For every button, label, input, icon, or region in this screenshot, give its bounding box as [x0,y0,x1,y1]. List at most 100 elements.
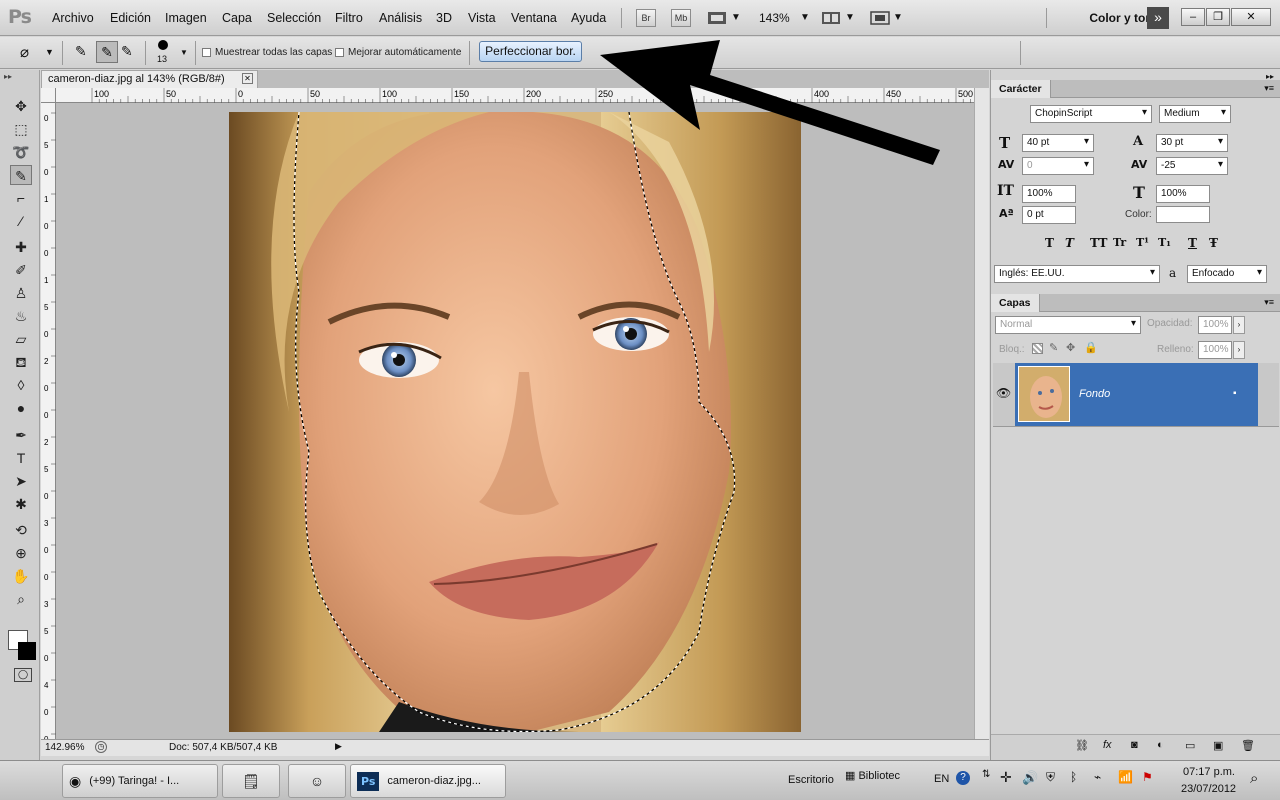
auto-enhance-checkbox[interactable]: Mejorar automáticamente [335,47,461,58]
minimize-button[interactable]: – [1181,8,1205,26]
move-tool-icon[interactable]: ✥ [10,96,32,116]
menu-ventana[interactable]: Ventana [511,11,557,25]
film-strip-icon[interactable] [707,10,727,26]
zoom-status[interactable]: 142.96% [45,742,84,753]
all-caps-button[interactable]: TT [1090,236,1107,250]
refine-edge-button[interactable]: Perfeccionar bor. [479,41,582,62]
menu-ayuda[interactable]: Ayuda [571,11,606,25]
chevron-down-icon[interactable]: ▼ [893,12,903,23]
panel-menu-icon[interactable]: ▾≡ [1264,297,1274,308]
new-group-icon[interactable]: ▭ [1185,739,1195,752]
faux-bold-button[interactable]: T [1045,236,1054,250]
panel-menu-icon[interactable]: ▾≡ [1264,83,1274,94]
volume-icon[interactable]: 🔊 [1022,770,1038,786]
menu-capa[interactable]: Capa [222,11,252,25]
3d-orbit-tool-icon[interactable]: ⊕ [10,543,32,563]
small-caps-button[interactable]: Tr [1113,236,1126,249]
brush-tool-icon[interactable]: ✐ [10,260,32,280]
tab-character[interactable]: Carácter [991,80,1051,98]
marquee-tool-icon[interactable]: ⬚ [10,119,32,139]
chevron-down-icon[interactable]: ▼ [180,48,188,57]
link-layers-icon[interactable]: ⛓ [1075,739,1089,752]
quick-mask-icon[interactable]: ◯ [14,668,32,682]
vertical-scrollbar[interactable] [974,88,989,739]
blend-mode-select[interactable]: Normal [995,316,1141,334]
clock-date[interactable]: 23/07/2012 [1181,783,1236,795]
restore-button[interactable]: ❐ [1206,8,1230,26]
taskbar-chrome[interactable]: ◉ (+99) Taringa! - I... [62,764,218,798]
eyedropper-tool-icon[interactable]: ⁄ [10,211,32,231]
tab-layers[interactable]: Capas [991,294,1040,312]
new-selection-icon[interactable]: ✎ [75,43,87,60]
arrange-documents-icon[interactable] [821,10,841,26]
usb-icon[interactable]: ⌁ [1094,770,1101,784]
document-tab[interactable]: cameron-diaz.jpg al 143% (RGB/8#) ✕ [41,70,258,88]
healing-brush-tool-icon[interactable]: ✚ [10,237,32,257]
clock-time[interactable]: 07:17 p.m. [1183,766,1235,778]
desktop-toolbar[interactable]: Escritorio [788,774,834,786]
type-tool-icon[interactable]: T [10,448,32,468]
path-selection-tool-icon[interactable]: ➤ [10,471,32,491]
opacity-input[interactable]: 100% [1198,316,1232,334]
screen-mode-icon[interactable] [870,10,890,26]
chevron-down-icon[interactable]: ▼ [45,47,54,57]
vertical-scale-input[interactable]: 100% [1022,185,1076,203]
subscript-button[interactable]: T₁ [1158,236,1171,249]
sample-all-layers-checkbox[interactable]: Muestrear todas las capas [202,47,332,58]
mini-bridge-button[interactable]: Mb [671,9,691,27]
history-brush-tool-icon[interactable]: ♨ [10,306,32,326]
brush-tip-icon[interactable] [158,40,168,50]
superscript-button[interactable]: T¹ [1136,236,1149,249]
menu-analisis[interactable]: Análisis [379,11,422,25]
bridge-button[interactable]: Br [636,9,656,27]
quick-selection-tool-icon[interactable]: ✎ [10,165,32,185]
taskbar-notes[interactable]: 🗒 [222,764,280,798]
menu-archivo[interactable]: Archivo [52,11,94,25]
zoom-level[interactable]: 143% [759,11,790,25]
baseline-shift-input[interactable]: 0 pt [1022,206,1076,224]
lock-pixels-icon[interactable]: ✎ [1049,341,1058,354]
menu-seleccion[interactable]: Selección [267,11,321,25]
zoom-tool-icon[interactable]: ⌕ [10,589,32,609]
tracking-select[interactable]: -25 [1156,157,1228,175]
blur-tool-icon[interactable]: ◊ [10,375,32,395]
status-menu-arrow-icon[interactable]: ▶ [335,741,345,755]
bluetooth-icon[interactable]: ᛒ [1070,770,1077,784]
hand-tool-icon[interactable]: ✋ [10,566,32,586]
3d-rotate-tool-icon[interactable]: ⟲ [10,520,32,540]
document-image[interactable] [229,112,801,732]
tray-arrow-icon[interactable]: ⇅ [982,769,990,780]
taskbar-finder[interactable]: ☺ [288,764,346,798]
eraser-tool-icon[interactable]: ▱ [10,329,32,349]
checkbox[interactable] [335,48,344,57]
network-icon[interactable]: 📶 [1118,770,1133,784]
background-color-swatch[interactable] [18,642,36,660]
chevron-down-icon[interactable]: ▼ [731,12,741,23]
font-family-select[interactable]: ChopinScript [1030,105,1152,123]
underline-button[interactable]: T [1188,236,1197,250]
help-icon[interactable]: ? [956,771,970,785]
crop-tool-icon[interactable]: ⌐ [10,188,32,208]
subtract-from-selection-icon[interactable]: ✎ [121,43,133,60]
workspace-chevron-icon[interactable]: » [1147,7,1169,29]
clone-stamp-tool-icon[interactable]: ♙ [10,283,32,303]
layer-name[interactable]: Fondo [1079,388,1110,400]
checkbox[interactable] [202,48,211,57]
menu-filtro[interactable]: Filtro [335,11,363,25]
paint-bucket-tool-icon[interactable]: ⛾ [10,352,32,372]
menu-vista[interactable]: Vista [468,11,496,25]
shape-tool-icon[interactable]: ✱ [10,494,32,514]
add-to-selection-icon[interactable]: ✎ [96,41,118,63]
antialias-select[interactable]: Enfocado [1187,265,1267,283]
spotlight-search-icon[interactable]: ⌕ [1250,770,1258,787]
action-center-icon[interactable]: ⚑ [1142,770,1153,784]
language-select[interactable]: Inglés: EE.UU. [994,265,1160,283]
pen-tool-icon[interactable]: ✒ [10,425,32,445]
status-info-icon[interactable]: ◷ [95,741,107,753]
adjustment-layer-icon[interactable]: ◐ [1157,739,1164,751]
collapse-icon[interactable]: ▸▸ [4,72,12,81]
lock-position-icon[interactable]: ✥ [1066,341,1075,354]
security-icon[interactable]: ⛨ [1046,770,1055,785]
faux-italic-button[interactable]: T [1065,236,1074,250]
menu-imagen[interactable]: Imagen [165,11,207,25]
